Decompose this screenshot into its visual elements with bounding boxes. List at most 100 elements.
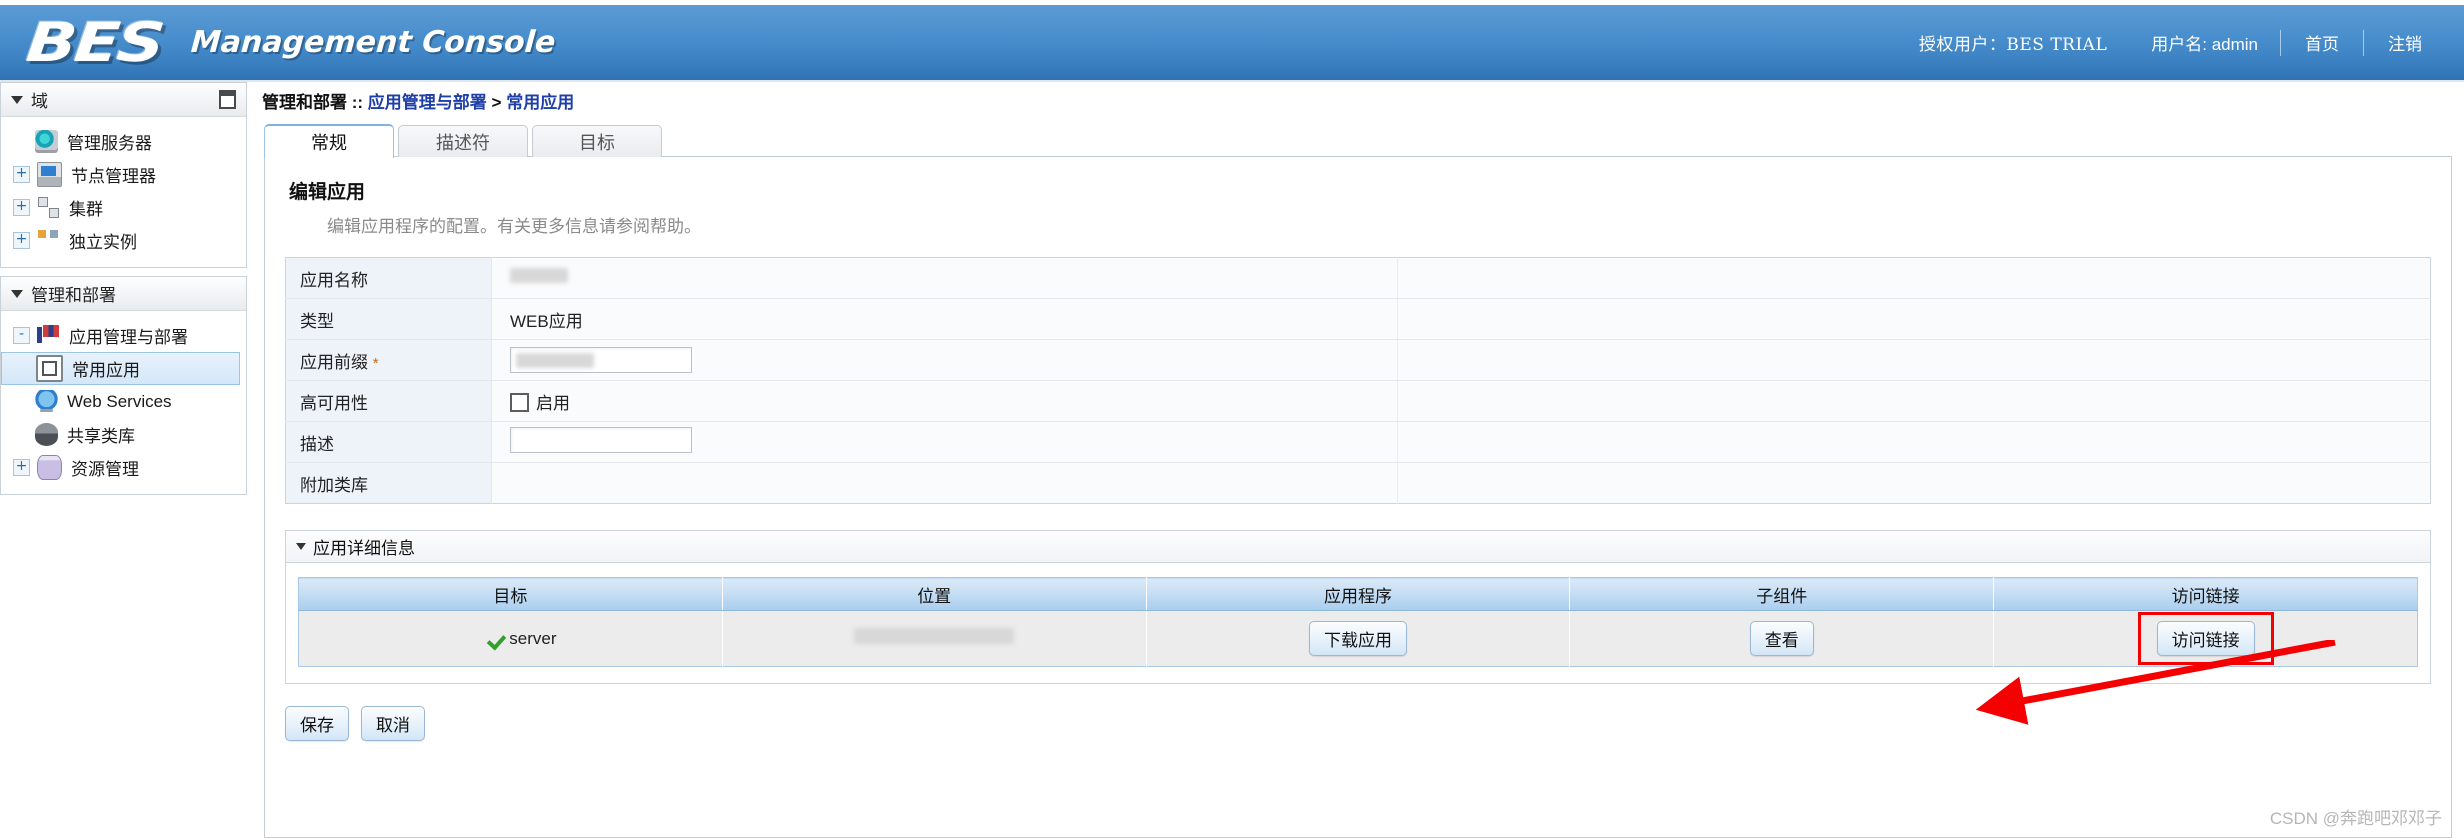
current-user-label: 用户名: admin xyxy=(2151,35,2258,54)
expand-plus-icon[interactable]: + xyxy=(13,199,30,216)
form-label: 描述 xyxy=(285,421,492,463)
form-label-app-prefix: 应用前缀 * xyxy=(285,339,492,381)
standalone-instance-icon xyxy=(37,229,60,252)
sidebar-item-app-management[interactable]: - 应用管理与部署 xyxy=(1,319,246,352)
breadcrumb-divider: :: xyxy=(351,93,364,112)
collapse-minus-icon[interactable]: - xyxy=(13,327,30,344)
tab-strip: 常规 描述符 目标 xyxy=(264,123,2464,158)
form-row-additional-library: 附加类库 xyxy=(285,462,2431,504)
view-subcomponent-button[interactable]: 查看 xyxy=(1749,621,1814,656)
tab-panel-general: 编辑应用 编辑应用程序的配置。有关更多信息请参阅帮助。 应用名称 类型 WEB应… xyxy=(264,156,2452,838)
form-row-description: 描述 xyxy=(285,421,2431,463)
sidebar-item-label: 资源管理 xyxy=(71,460,139,479)
highlight-annotation: 访问链接 xyxy=(2137,612,2274,665)
sidebar-item-label: 节点管理器 xyxy=(71,167,156,186)
chevron-down-icon[interactable] xyxy=(11,289,23,298)
form-value-app-name xyxy=(491,257,1398,299)
form-label: 附加类库 xyxy=(285,462,492,504)
form-spacer xyxy=(1397,462,2431,504)
sidebar-item-label: Web Services xyxy=(67,391,172,411)
chevron-down-icon[interactable] xyxy=(296,543,306,550)
breadcrumb-arrow: > xyxy=(491,93,502,112)
form-value-type: WEB应用 xyxy=(491,298,1398,340)
form-row-type: 类型 WEB应用 xyxy=(285,298,2431,340)
details-section-title: 应用详细信息 xyxy=(313,539,415,558)
breadcrumb-parent-link[interactable]: 应用管理与部署 xyxy=(368,93,487,112)
column-header-access-link: 访问链接 xyxy=(1993,577,2418,611)
panel-title-management: 管理和部署 xyxy=(31,286,116,305)
sidebar-item-cluster[interactable]: + 集群 xyxy=(1,191,246,224)
form-spacer xyxy=(1397,298,2431,340)
panel-body-domain: 管理服务器 + 节点管理器 + 集群 + 独立实例 xyxy=(1,117,246,267)
form-row-app-prefix: 应用前缀 * xyxy=(285,339,2431,381)
details-section-header[interactable]: 应用详细信息 xyxy=(285,530,2431,562)
description-input[interactable] xyxy=(510,426,692,453)
cell-target: server xyxy=(298,610,723,667)
header-right-nav: 授权用户：BES TRIAL 用户名: admin 首页 注销 xyxy=(1897,5,2446,80)
app-header: BES Management Console 授权用户：BES TRIAL 用户… xyxy=(0,5,2464,82)
sidebar-item-resource-management[interactable]: + 资源管理 xyxy=(1,451,246,484)
redacted-value xyxy=(854,628,1015,644)
expand-plus-icon[interactable]: + xyxy=(13,459,30,476)
sidebar-item-label: 管理服务器 xyxy=(67,134,152,153)
form-spacer xyxy=(1397,339,2431,381)
required-asterisk-icon: * xyxy=(372,354,379,372)
form-spacer xyxy=(1397,257,2431,299)
bes-logo-text: BES xyxy=(23,10,166,74)
column-header-application: 应用程序 xyxy=(1146,577,1571,611)
form-label: 应用名称 xyxy=(285,257,492,299)
expand-plus-icon[interactable]: + xyxy=(13,166,30,183)
home-link[interactable]: 首页 xyxy=(2281,30,2363,55)
cancel-button[interactable]: 取消 xyxy=(361,706,425,741)
enable-checkbox-label: 启用 xyxy=(536,393,570,413)
sidebar-item-admin-server[interactable]: 管理服务器 xyxy=(1,125,246,158)
logout-link[interactable]: 注销 xyxy=(2364,30,2446,55)
sidebar-item-standalone-instance[interactable]: + 独立实例 xyxy=(1,224,246,257)
page-title: 编辑应用 xyxy=(289,182,366,203)
form-label-text: 应用前缀 xyxy=(300,352,368,372)
watermark: CSDN @奔跑吧邓邓子 xyxy=(2269,809,2442,828)
form-spacer xyxy=(1397,380,2431,422)
console-title: Management Console xyxy=(189,24,557,60)
redacted-value xyxy=(510,268,568,283)
application-icon xyxy=(36,355,63,382)
table-header-row: 目标 位置 应用程序 子组件 访问链接 xyxy=(298,577,2418,611)
cell-location xyxy=(722,610,1147,667)
brand-logo: BES Management Console xyxy=(22,9,557,75)
cluster-icon xyxy=(37,196,60,219)
panel-title-domain: 域 xyxy=(31,92,48,111)
column-header-subcomponent: 子组件 xyxy=(1569,577,1995,611)
enable-checkbox[interactable] xyxy=(510,392,529,412)
form-value-additional-library xyxy=(491,462,1398,504)
tab-targets[interactable]: 目标 xyxy=(532,125,662,157)
save-button[interactable]: 保存 xyxy=(285,706,349,741)
breadcrumb: 管理和部署 :: 应用管理与部署 > 常用应用 xyxy=(256,82,2464,123)
details-section-body: 目标 位置 应用程序 子组件 访问链接 server 下载应用 查看 访问链接 xyxy=(285,562,2431,684)
tab-descriptor[interactable]: 描述符 xyxy=(398,125,528,157)
panel-toggle-icon[interactable] xyxy=(219,90,236,109)
access-link-button[interactable]: 访问链接 xyxy=(2156,621,2255,656)
cell-subcomponent: 查看 xyxy=(1569,610,1995,667)
panel-header-domain[interactable]: 域 xyxy=(1,83,246,117)
application-form-table: 应用名称 类型 WEB应用 应用前缀 * 高可用性 启用 描述 附加类库 xyxy=(285,257,2431,504)
sidebar-item-label: 常用应用 xyxy=(72,361,140,380)
sidebar-item-common-applications[interactable]: 常用应用 xyxy=(1,352,240,385)
body-area: 域 管理服务器 + 节点管理器 + 集群 + 独立实例 管理和部署 - 应用管理… xyxy=(0,82,2464,839)
sidebar-item-node-manager[interactable]: + 节点管理器 xyxy=(1,158,246,191)
app-prefix-input[interactable] xyxy=(510,347,692,373)
breadcrumb-current-link[interactable]: 常用应用 xyxy=(506,93,574,112)
column-header-target: 目标 xyxy=(298,577,723,611)
form-value-high-availability: 启用 xyxy=(491,380,1398,422)
download-application-button[interactable]: 下载应用 xyxy=(1308,621,1407,656)
shared-library-icon xyxy=(35,423,58,446)
web-services-icon xyxy=(35,390,58,413)
sidebar-item-label: 共享类库 xyxy=(67,427,135,446)
sidebar-item-shared-library[interactable]: 共享类库 xyxy=(1,418,246,451)
chevron-down-icon[interactable] xyxy=(11,95,23,104)
panel-header-management[interactable]: 管理和部署 xyxy=(1,277,246,311)
expander-placeholder-icon xyxy=(13,134,28,149)
tab-general[interactable]: 常规 xyxy=(264,124,394,158)
expand-plus-icon[interactable]: + xyxy=(13,232,30,249)
sidebar-item-label: 独立实例 xyxy=(69,233,137,252)
sidebar-item-web-services[interactable]: Web Services xyxy=(1,385,246,418)
